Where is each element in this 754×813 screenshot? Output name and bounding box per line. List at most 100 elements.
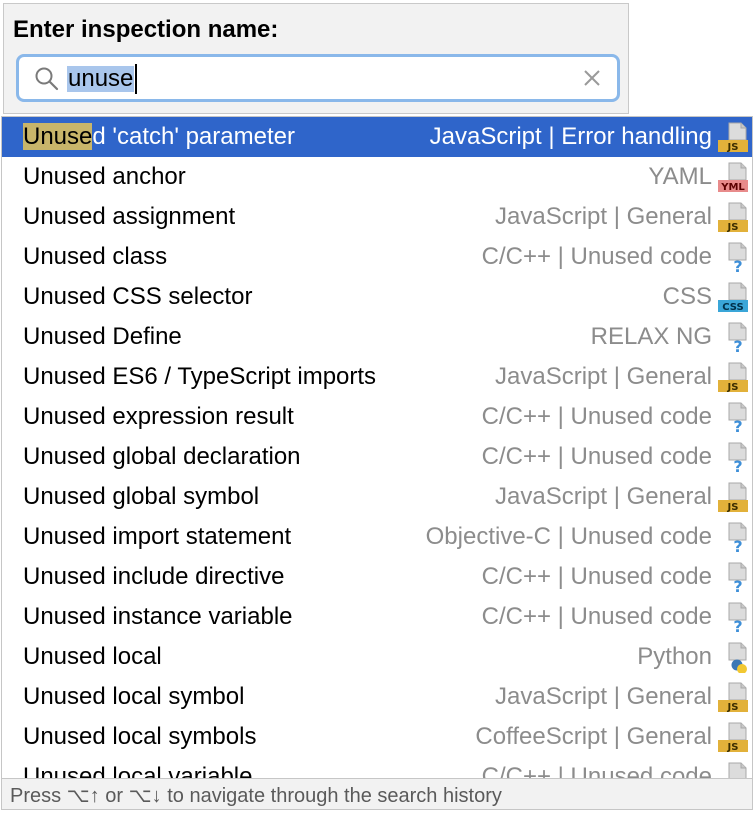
inspection-category: YAML [648,163,712,190]
list-item[interactable]: Unused 'catch' parameter JavaScript | Err… [2,117,752,157]
unknown-file-icon: ? [728,762,747,778]
svg-text:?: ? [733,457,742,473]
inspection-results-list[interactable]: Unused 'catch' parameter JavaScript | Err… [1,116,753,778]
inspection-search-popup: Enter inspection name: unuse [3,3,629,114]
list-item[interactable]: Unused instance variable C/C++ | Unused c… [2,597,752,637]
svg-text:?: ? [733,537,742,553]
unknown-file-icon: ? [728,522,747,553]
inspection-name-text: Unused import statement [23,523,292,550]
inspection-name: Unused class [23,237,167,277]
inspection-category: Python [637,643,712,670]
inspection-name: Unused import statement [23,517,291,557]
inspection-name-text: Unused local symbol [23,683,245,710]
javascript-file-icon: JS [718,122,748,153]
popup-title: Enter inspection name: [13,16,279,43]
svg-text:JS: JS [727,502,739,513]
inspection-name-text: Unused local variable [23,763,253,778]
unknown-file-icon: ? [728,602,747,633]
python-file-icon [728,642,747,673]
inspection-name: Unused expression result [23,397,294,437]
list-item[interactable]: Unused import statement Objective-C | Unu… [2,517,752,557]
inspection-name-text: Unused CSS selector [23,283,253,310]
svg-text:JS: JS [727,142,739,153]
inspection-name-text: Unused assignment [23,203,236,230]
inspection-name: Unused global declaration [23,437,301,477]
list-item[interactable]: Unused class C/C++ | Unused code? [2,237,752,277]
text-caret [135,64,137,94]
inspection-name: Unused instance variable [23,597,293,637]
inspection-name: Unused local [23,637,162,677]
inspection-name: Unused local symbols [23,717,256,757]
svg-text:YML: YML [720,182,745,193]
svg-text:JS: JS [727,222,739,233]
inspection-category: C/C++ | Unused code [481,603,712,630]
inspection-name: Unused CSS selector [23,277,252,317]
svg-text:?: ? [733,577,742,593]
list-item[interactable]: Unused assignment JavaScript | General JS [2,197,752,237]
search-input[interactable]: unuse [16,54,620,102]
list-item[interactable]: Unused expression result C/C++ | Unused c… [2,397,752,437]
svg-text:?: ? [733,257,742,273]
list-item[interactable]: Unused local symbols CoffeeScript | Gener… [2,717,752,757]
inspection-category: RELAX NG [590,323,712,350]
inspection-name-text: Unused local [23,643,162,670]
javascript-file-icon: JS [718,202,748,233]
inspection-category: C/C++ | Unused code [481,763,712,778]
css-file-icon: CSS [718,282,748,313]
search-value[interactable]: unuse [67,66,135,92]
inspection-category: CSS [662,283,712,310]
list-item[interactable]: Unused anchor YAML YML [2,157,752,197]
inspection-category: C/C++ | Unused code [481,563,712,590]
inspection-category: JavaScript | Error handling [429,123,712,150]
javascript-file-icon: JS [718,482,748,513]
list-item[interactable]: Unused global symbol JavaScript | General… [2,477,752,517]
inspection-name: Unused include directive [23,557,284,597]
inspection-category: C/C++ | Unused code [481,243,712,270]
unknown-file-icon: ? [728,562,747,593]
inspection-name: Unused local variable [23,757,252,778]
inspection-name: Unused Define [23,317,182,357]
javascript-file-icon: JS [718,682,748,713]
inspection-name: Unused local symbol [23,677,244,717]
inspection-name: Unused ES6 / TypeScript imports [23,357,376,397]
svg-text:JS: JS [727,382,739,393]
inspection-name-text: Unused local symbols [23,723,257,750]
unknown-file-icon: ? [728,242,747,273]
list-item[interactable]: Unused local Python [2,637,752,677]
inspection-category: C/C++ | Unused code [481,403,712,430]
inspection-category: JavaScript | General [495,683,712,710]
svg-text:JS: JS [727,742,739,753]
list-item[interactable]: Unused local variable C/C++ | Unused code… [2,757,752,778]
svg-text:?: ? [733,617,742,633]
list-item[interactable]: Unused ES6 / TypeScript imports JavaScrip… [2,357,752,397]
inspection-name-text: Unused class [23,243,168,270]
list-item[interactable]: Unused local symbol JavaScript | General J… [2,677,752,717]
inspection-name-text: Unused global symbol [23,483,260,510]
yaml-file-icon: YML [718,162,748,193]
inspection-name-text: Unused Define [23,323,182,350]
svg-text:CSS: CSS [722,302,743,313]
list-item[interactable]: Unused CSS selector CSS CSS [2,277,752,317]
inspection-name: Unused global symbol [23,477,259,517]
inspection-name: Unused anchor [23,157,186,197]
unknown-file-icon: ? [728,402,747,433]
list-item[interactable]: Unused Define RELAX NG? [2,317,752,357]
inspection-category: JavaScript | General [495,483,712,510]
svg-text:JS: JS [727,702,739,713]
inspection-name: Unused 'catch' parameter [23,117,295,157]
javascript-file-icon: JS [718,722,748,753]
svg-text:?: ? [733,337,742,353]
search-icon [35,67,59,91]
inspection-name-text: Unused expression result [23,403,294,430]
match-highlight: Unuse [23,123,93,150]
inspection-category: JavaScript | General [495,203,712,230]
inspection-name: Unused assignment [23,197,235,237]
inspection-name-text: Unused instance variable [23,603,293,630]
svg-text:?: ? [733,417,742,433]
list-item[interactable]: Unused include directive C/C++ | Unused c… [2,557,752,597]
unknown-file-icon: ? [728,442,747,473]
unknown-file-icon: ? [728,322,747,353]
inspection-category: CoffeeScript | General [475,723,712,750]
list-item[interactable]: Unused global declaration C/C++ | Unused … [2,437,752,477]
clear-icon[interactable] [581,67,603,89]
